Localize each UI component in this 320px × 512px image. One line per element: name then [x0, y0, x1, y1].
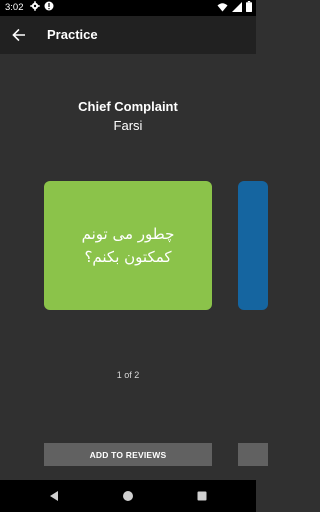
status-time: 3:02 — [5, 2, 24, 13]
recents-square-icon[interactable] — [195, 489, 209, 503]
page-indicator: 1 of 2 — [116, 370, 140, 380]
app-bar: Practice — [0, 16, 256, 54]
wifi-icon — [217, 2, 228, 11]
language-subtitle: Farsi — [113, 118, 143, 133]
settings-icon — [30, 1, 40, 11]
category-title: Chief Complaint — [78, 99, 178, 114]
signal-icon — [232, 1, 242, 12]
page-title: Practice — [47, 27, 98, 42]
home-circle-icon[interactable] — [121, 489, 135, 503]
status-bar: 3:02 — [0, 0, 256, 16]
back-triangle-icon[interactable] — [47, 489, 61, 503]
arrow-left-icon[interactable] — [9, 25, 29, 45]
add-to-reviews-button[interactable]: ADD TO REVIEWS — [44, 443, 212, 466]
system-nav-bar — [0, 480, 256, 512]
next-flashcard-peek[interactable] — [238, 181, 268, 310]
flashcard-text: چطور می تونم کمکتون بکنم؟ — [81, 224, 175, 266]
alert-icon — [44, 1, 54, 11]
next-add-to-reviews-button-peek[interactable] — [238, 443, 268, 466]
flashcard[interactable]: چطور می تونم کمکتون بکنم؟ — [44, 181, 212, 310]
battery-icon — [246, 1, 252, 12]
